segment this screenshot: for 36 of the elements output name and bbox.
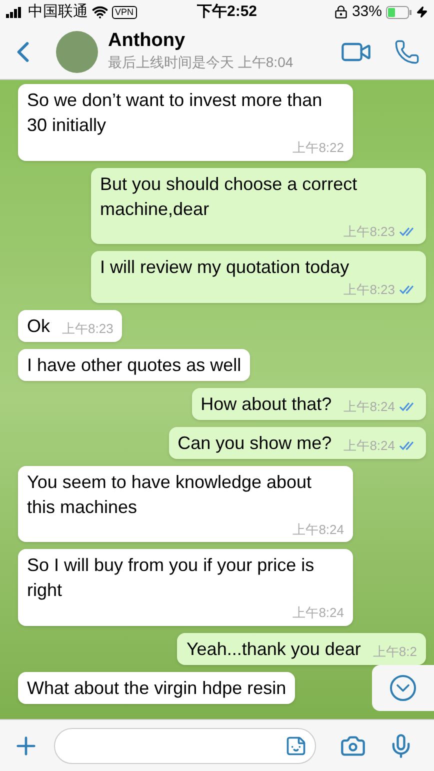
message-time: 上午8:23	[344, 222, 395, 240]
message-text: So I will buy from you if your price is right	[27, 554, 316, 602]
scroll-down-button[interactable]	[372, 665, 434, 711]
message-time: 上午8:24	[292, 604, 344, 622]
message-text: How about that?	[200, 392, 332, 416]
message-text: You seem to have knowledge about this machines	[27, 470, 313, 518]
sticker-icon[interactable]	[285, 734, 307, 756]
battery-percent: 33%	[352, 2, 382, 22]
contact-name: Anthony	[108, 30, 186, 52]
message-text: So we don’t want to invest more than 30 initially	[27, 89, 324, 137]
message-text: Yeah...thank you dear	[186, 638, 361, 661]
last-seen-status: 最后上线时间是今天 上午8:04	[108, 53, 294, 72]
message-text: What about the virgin hdpe resin	[27, 676, 286, 700]
wifi-icon	[92, 4, 108, 20]
vpn-badge: VPN	[112, 6, 137, 18]
message-time: 上午8:24	[344, 437, 395, 455]
message-time: 上午8:24	[292, 520, 344, 538]
clock: 下午2:52	[196, 2, 258, 22]
message-text: I have other quotes as well	[27, 354, 242, 377]
message-time: 上午8:23	[62, 320, 114, 338]
signal-icon	[6, 6, 24, 18]
battery-icon	[386, 6, 412, 18]
chevron-down-icon[interactable]	[390, 675, 416, 701]
call-button[interactable]	[394, 38, 420, 64]
message-text: Ok	[27, 314, 50, 338]
message-text: I will review my quotation today	[100, 256, 350, 279]
message-input[interactable]	[54, 728, 316, 764]
message-text: But you should choose a correct machine,dear	[100, 172, 358, 220]
message-text: Can you show me?	[178, 432, 332, 455]
avatar[interactable]	[56, 30, 98, 72]
message-time: 上午8:22	[292, 139, 344, 157]
message-time: 上午8:2	[372, 643, 417, 661]
charging-icon	[416, 6, 428, 18]
message-time: 上午8:23	[344, 281, 395, 299]
message-time: 上午8:24	[344, 398, 395, 416]
carrier-name: 中国联通	[28, 2, 88, 22]
